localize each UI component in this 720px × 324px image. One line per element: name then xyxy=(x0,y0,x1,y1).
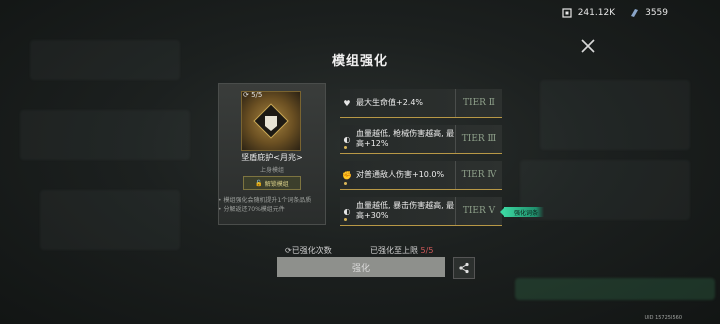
enhance-count-label: 已强化次数 xyxy=(291,246,332,255)
resource-crystals: 3559 xyxy=(629,8,668,18)
stat-text: 对普通敌人伤害+10.0% xyxy=(356,170,445,179)
stat-row[interactable]: ♥ 最大生命值+2.4% TIER Ⅱ xyxy=(340,89,502,118)
resource-credits-value: 241.12K xyxy=(577,8,616,18)
stat-row[interactable]: ◐ 血量越低, 暴击伤害越高, 最高+30% TIER Ⅴ xyxy=(340,197,502,226)
stat-row[interactable]: ◐ 血量越低, 枪械伤害越高, 最高+12% TIER Ⅲ xyxy=(340,125,502,154)
resource-credits: 241.12K xyxy=(562,8,615,18)
enhance-max-label: 已强化至上限 xyxy=(370,246,418,255)
stat-dot xyxy=(344,218,347,221)
stat-text: 血量越低, 暴击伤害越高, 最高+30% xyxy=(356,201,455,220)
module-name: 坚盾庇护<月兆> xyxy=(241,153,303,162)
unlock-module-label: 解锁模组 xyxy=(264,180,289,188)
enhance-max-value: 5/5 xyxy=(420,246,434,255)
unlock-module-button[interactable]: 🔓 解锁模组 xyxy=(243,176,301,190)
moon-icon: ◐ xyxy=(343,206,351,216)
enhance-count: ⟳已强化次数 xyxy=(285,246,332,255)
module-emblem-icon xyxy=(253,103,289,139)
note-item: 模组强化会随机提升1个词条品质 xyxy=(218,196,311,205)
stat-dot xyxy=(344,182,347,185)
stat-dot xyxy=(344,146,347,149)
enhance-max: 已强化至上限 5/5 xyxy=(370,245,433,256)
uid-label: UID 15725I560 xyxy=(644,315,683,321)
stat-row[interactable]: ✊ 对普通敌人伤害+10.0% TIER Ⅳ xyxy=(340,161,502,190)
moon-icon: ◐ xyxy=(343,134,351,144)
stat-text: 血量越低, 枪械伤害越高, 最高+12% xyxy=(356,129,455,148)
close-icon[interactable] xyxy=(580,38,596,54)
stat-tier: TIER Ⅲ xyxy=(455,125,502,153)
module-notes: 模组强化会随机提升1个词条品质 分解返还70%模组元件 xyxy=(218,196,311,214)
stat-list: ♥ 最大生命值+2.4% TIER Ⅱ ◐ 血量越低, 枪械伤害越高, 最高+1… xyxy=(340,89,502,233)
resource-crystals-value: 3559 xyxy=(645,8,668,18)
resource-bar: 241.12K 3559 xyxy=(562,8,668,18)
module-count-value: 5/5 xyxy=(251,91,263,99)
stat-tier: TIER Ⅱ xyxy=(455,89,502,117)
stat-tier: TIER Ⅳ xyxy=(455,161,502,189)
stat-tier: TIER Ⅴ xyxy=(455,197,502,225)
crystal-icon xyxy=(631,9,639,17)
enhanced-entry-tag: 强化词条 xyxy=(499,207,545,217)
stat-text: 最大生命值+2.4% xyxy=(356,98,424,107)
module-slot: 上身模组 xyxy=(259,167,284,174)
enhance-button[interactable]: 强化 xyxy=(277,257,445,277)
chip-icon xyxy=(562,8,572,18)
module-icon xyxy=(241,91,301,151)
share-icon xyxy=(459,262,469,274)
lock-icon: 🔓 xyxy=(255,179,263,187)
fist-icon: ✊ xyxy=(342,170,352,180)
note-item: 分解返还70%模组元件 xyxy=(218,205,311,214)
page-title: 模组强化 xyxy=(331,54,388,69)
share-button[interactable] xyxy=(453,257,475,279)
module-count: ⟳ 5/5 xyxy=(243,91,263,99)
heart-icon: ♥ xyxy=(343,98,351,108)
